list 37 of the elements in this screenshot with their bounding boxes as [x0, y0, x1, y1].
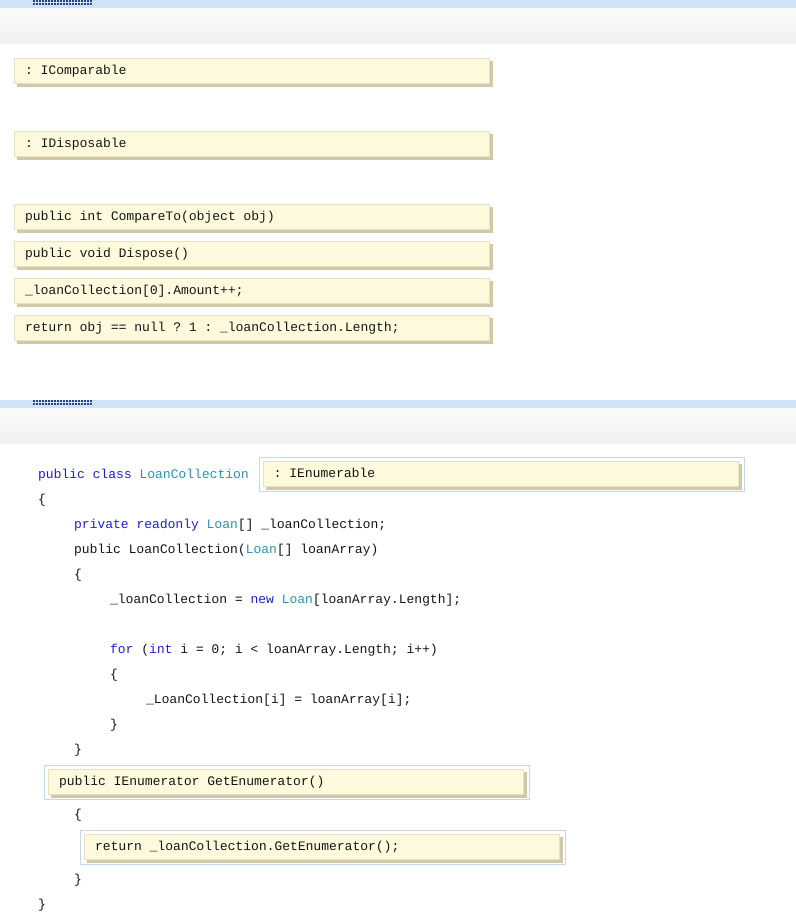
code-token: new	[250, 592, 275, 607]
code-token: i = 0; i < loanArray.Length; i++)	[179, 642, 438, 657]
drop-zone[interactable]: return _loanCollection.GetEnumerator();	[80, 830, 566, 864]
grip-icon[interactable]	[33, 0, 93, 5]
code-token: }	[110, 717, 118, 732]
code-tile[interactable]: _loanCollection[0].Amount++;	[14, 278, 490, 304]
drop-zone[interactable]: : IEnumerable	[258, 457, 745, 492]
code-token: Loan	[282, 592, 313, 607]
code-tile[interactable]: : IComparable	[14, 58, 490, 84]
code-token: public class	[38, 467, 132, 482]
code-token: }	[38, 897, 46, 912]
code-tile[interactable]: public void Dispose()	[14, 241, 490, 267]
code-token: public LoanCollection(	[74, 542, 246, 557]
code-token: (	[140, 642, 150, 657]
code-token: LoanCollection	[138, 467, 249, 482]
drop-zone[interactable]: public IEnumerator GetEnumerator()	[44, 764, 530, 800]
code-token: }	[74, 872, 82, 887]
code-token: {	[74, 807, 82, 822]
code-token: [loanArray.Length];	[312, 592, 462, 607]
code-token: [] _loanCollection;	[238, 517, 386, 532]
code-tile[interactable]: : IDisposable	[14, 131, 490, 157]
code-token: private readonly	[74, 517, 200, 532]
code-token: Loan	[206, 517, 238, 532]
code-token: _loanCollection =	[110, 592, 244, 607]
code-token: {	[110, 667, 118, 682]
code-token: }	[74, 742, 82, 757]
code-tile[interactable]: : IEnumerable	[262, 461, 739, 487]
code-token: Loan	[246, 542, 277, 557]
grip-icon[interactable]	[33, 400, 93, 405]
code-token: {	[74, 567, 82, 582]
code-token: for	[110, 642, 134, 657]
code-tile[interactable]: return obj == null ? 1 : _loanCollection.Length;	[14, 315, 490, 341]
code-tile[interactable]: public int CompareTo(object obj)	[14, 204, 490, 230]
code-token: {	[38, 492, 46, 507]
code-token: [] loanArray)	[276, 542, 378, 557]
code-token: _LoanCollection[i] = loanArray[i];	[146, 692, 412, 707]
code-token: int	[149, 642, 172, 657]
